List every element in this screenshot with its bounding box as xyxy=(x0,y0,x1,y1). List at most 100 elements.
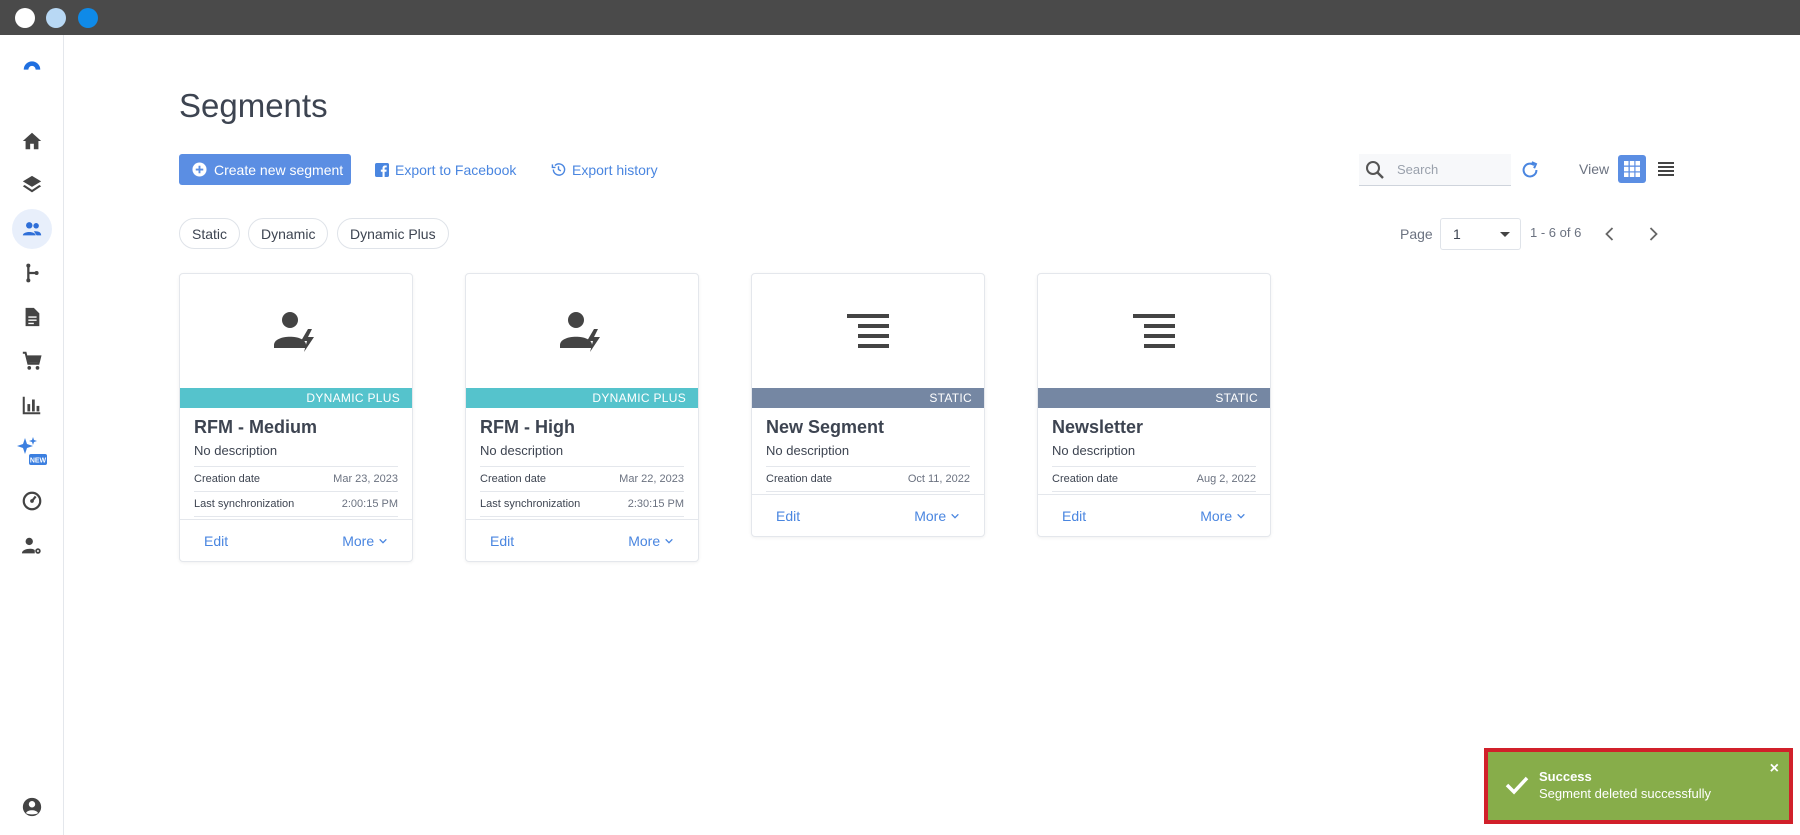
view-label: View xyxy=(1579,161,1610,177)
more-label: More xyxy=(628,532,661,549)
creation-date-row: Creation date Oct 11, 2022 xyxy=(766,467,970,492)
segment-lines-icon xyxy=(847,314,889,348)
creation-date-label: Creation date xyxy=(194,473,261,485)
layers-icon[interactable] xyxy=(12,165,52,205)
sparkle-new-icon[interactable]: NEW xyxy=(12,431,52,471)
grid-view-button[interactable] xyxy=(1618,155,1646,183)
segment-card[interactable]: STATIC Newsletter No description Creatio… xyxy=(1037,273,1271,537)
svg-text:NEW: NEW xyxy=(30,458,47,465)
logo-icon[interactable] xyxy=(12,45,52,85)
card-actions: Edit More xyxy=(1038,494,1270,536)
creation-date-label: Creation date xyxy=(1052,473,1119,485)
segment-card[interactable]: STATIC New Segment No description Creati… xyxy=(751,273,985,537)
last-sync-value: 2:00:15 PM xyxy=(341,498,398,510)
filter-chip-dynamic[interactable]: Dynamic xyxy=(248,218,329,249)
window-close-button[interactable] xyxy=(15,8,35,28)
segment-name: Newsletter xyxy=(1052,417,1144,437)
creation-date-label: Creation date xyxy=(766,473,833,485)
home-icon[interactable] xyxy=(12,121,52,161)
segment-lines-icon xyxy=(1133,314,1175,348)
success-toast: Success Segment deleted successfully × xyxy=(1484,748,1793,824)
last-sync-label: Last synchronization xyxy=(480,498,581,510)
last-sync-label: Last synchronization xyxy=(194,498,295,510)
page-select-value: 1 xyxy=(1453,226,1461,242)
segment-type-badge: DYNAMIC PLUS xyxy=(466,388,698,408)
cart-icon[interactable] xyxy=(12,341,52,381)
more-label: More xyxy=(1200,507,1233,524)
card-icon-area xyxy=(752,274,984,388)
more-label: More xyxy=(914,507,947,524)
edit-button[interactable]: Edit xyxy=(204,533,228,549)
page-title: Segments xyxy=(179,87,328,124)
page-select[interactable]: 1 xyxy=(1440,218,1521,250)
sidebar: NEW xyxy=(0,35,64,835)
speedometer-icon[interactable] xyxy=(12,481,52,521)
creation-date-value: Aug 2, 2022 xyxy=(1196,473,1256,485)
segment-name: RFM - High xyxy=(480,417,575,437)
main-content: Segments Create new segment Export to Fa… xyxy=(64,35,1800,835)
person-bolt-icon xyxy=(274,312,314,352)
window-minimize-button[interactable] xyxy=(46,8,66,28)
toast-message: Segment deleted successfully xyxy=(1539,786,1711,801)
facebook-icon xyxy=(375,162,389,177)
export-facebook-button[interactable]: Export to Facebook xyxy=(375,154,516,185)
next-page-icon[interactable] xyxy=(1643,224,1663,244)
create-segment-button[interactable]: Create new segment xyxy=(179,154,351,185)
chevron-down-icon xyxy=(665,538,673,544)
edit-button[interactable]: Edit xyxy=(490,533,514,549)
creation-date-value: Mar 22, 2023 xyxy=(619,473,684,485)
edit-button[interactable]: Edit xyxy=(1062,508,1086,524)
toast-title: Success xyxy=(1539,769,1592,784)
filter-chip-static[interactable]: Static xyxy=(179,218,241,249)
segment-type-badge: STATIC xyxy=(752,388,984,408)
segment-description: No description xyxy=(194,443,278,458)
more-button[interactable]: More xyxy=(342,533,388,549)
window-maximize-button[interactable] xyxy=(78,8,98,28)
segment-description: No description xyxy=(766,443,850,458)
creation-date-value: Mar 23, 2023 xyxy=(333,473,398,485)
grid-icon xyxy=(1624,161,1640,177)
page-label: Page xyxy=(1400,226,1433,242)
segment-description: No description xyxy=(1052,443,1136,458)
export-history-button[interactable]: Export history xyxy=(551,154,658,185)
window-titlebar xyxy=(0,0,1800,35)
caret-down-icon xyxy=(1500,232,1510,237)
more-label: More xyxy=(342,532,375,549)
list-view-button[interactable] xyxy=(1652,155,1680,183)
last-sync-row: Last synchronization 2:00:15 PM xyxy=(194,492,398,517)
refresh-icon[interactable] xyxy=(1519,159,1541,181)
flow-icon[interactable] xyxy=(12,253,52,293)
segment-card[interactable]: DYNAMIC PLUS RFM - High No description C… xyxy=(465,273,699,562)
more-button[interactable]: More xyxy=(628,533,674,549)
filter-chip-dynamic-plus[interactable]: Dynamic Plus xyxy=(337,218,449,249)
chart-icon[interactable] xyxy=(12,385,52,425)
toast-close-button[interactable]: × xyxy=(1770,760,1779,778)
segment-card[interactable]: DYNAMIC PLUS RFM - Medium No description… xyxy=(179,273,413,562)
more-button[interactable]: More xyxy=(914,508,960,524)
creation-date-label: Creation date xyxy=(480,473,547,485)
list-icon xyxy=(1658,162,1674,176)
check-icon xyxy=(1505,776,1529,795)
segment-type-badge: STATIC xyxy=(1038,388,1270,408)
creation-date-value: Oct 11, 2022 xyxy=(907,473,970,485)
chevron-down-icon xyxy=(1237,513,1245,519)
prev-page-icon[interactable] xyxy=(1600,224,1620,244)
page-range: 1 - 6 of 6 xyxy=(1530,225,1582,240)
creation-date-row: Creation date Aug 2, 2022 xyxy=(1052,467,1256,492)
people-icon[interactable] xyxy=(12,209,52,249)
card-icon-area xyxy=(466,274,698,388)
document-icon[interactable] xyxy=(12,297,52,337)
card-actions: Edit More xyxy=(180,519,412,561)
search-input[interactable] xyxy=(1397,162,1497,177)
more-button[interactable]: More xyxy=(1200,508,1246,524)
creation-date-row: Creation date Mar 23, 2023 xyxy=(194,467,398,492)
last-sync-value: 2:30:15 PM xyxy=(627,498,684,510)
account-icon[interactable] xyxy=(12,787,52,827)
card-icon-area xyxy=(1038,274,1270,388)
segment-name: New Segment xyxy=(766,417,885,437)
user-settings-icon[interactable] xyxy=(12,526,52,566)
segment-type-badge: DYNAMIC PLUS xyxy=(180,388,412,408)
segment-description: No description xyxy=(480,443,564,458)
edit-button[interactable]: Edit xyxy=(776,508,800,524)
export-history-label: Export history xyxy=(572,161,658,178)
